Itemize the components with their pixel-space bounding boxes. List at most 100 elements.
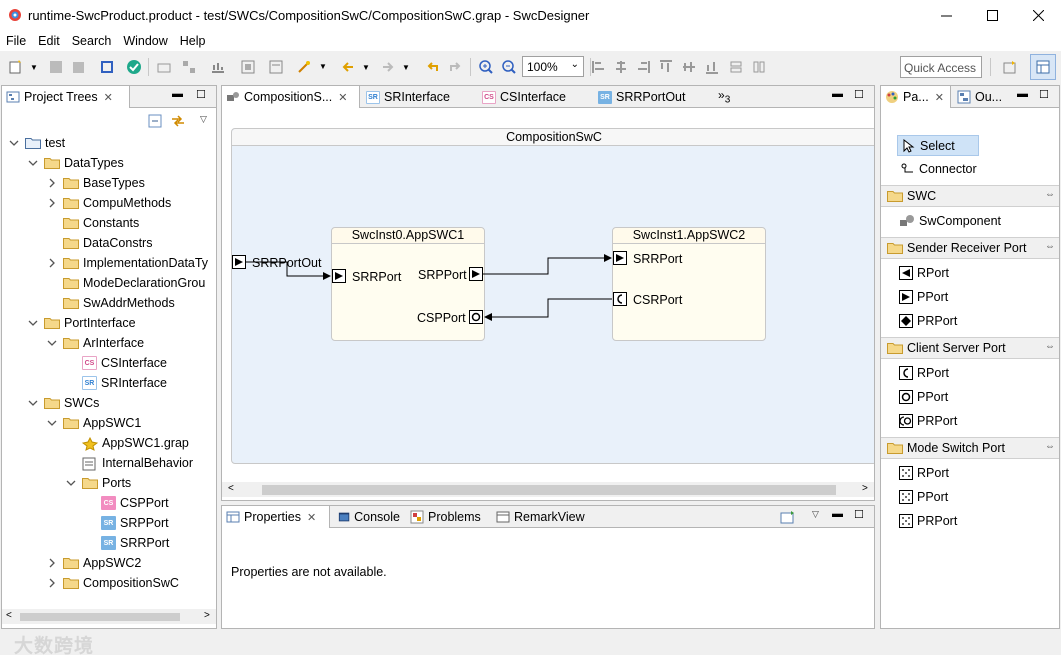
close-icon[interactable]: ✕ [935, 91, 944, 104]
match-height-icon[interactable] [751, 59, 767, 75]
scroll-thumb[interactable] [262, 485, 836, 495]
tree-item[interactable]: CS CSPPort [84, 493, 169, 513]
palette-tool[interactable]: PRPort [899, 410, 957, 432]
align-bottom-icon[interactable] [704, 59, 720, 75]
maximize-view-icon[interactable]: ☐ [854, 508, 864, 521]
view-menu-icon[interactable]: ▽ [200, 114, 207, 125]
back-icon[interactable] [340, 59, 356, 75]
tree-item[interactable]: SR SRPPort [84, 513, 169, 533]
tree-item[interactable]: Constants [46, 213, 139, 233]
tree-item[interactable]: ModeDeclarationGrou [46, 273, 205, 293]
quick-access-input[interactable]: Quick Access [900, 56, 982, 78]
menu-help[interactable]: Help [174, 32, 212, 50]
palette-tool[interactable]: PPort [899, 386, 948, 408]
new-dropdown-icon[interactable]: ▼ [30, 63, 38, 72]
close-icon[interactable]: ✕ [104, 91, 113, 104]
align-right-icon[interactable] [635, 59, 651, 75]
pin-icon[interactable]: ⇔ [1045, 441, 1055, 452]
align-top-icon[interactable] [658, 59, 674, 75]
palette-tool[interactable]: RPort [899, 462, 949, 484]
chevron-down-icon[interactable] [65, 477, 77, 489]
scroll-left-icon[interactable]: < [6, 610, 12, 621]
scroll-thumb[interactable] [20, 613, 180, 621]
chart-icon[interactable] [210, 59, 226, 75]
match-width-icon[interactable] [728, 59, 744, 75]
new-properties-view-icon[interactable] [780, 510, 796, 524]
grid-icon[interactable] [240, 59, 256, 75]
tool-connector[interactable]: Connector [897, 159, 1017, 180]
tree-item[interactable]: BaseTypes [46, 173, 145, 193]
chevron-right-icon[interactable] [46, 577, 58, 589]
validate-icon[interactable] [126, 59, 142, 75]
diagram-horizontal-scrollbar[interactable]: < > [222, 482, 874, 497]
tab-console[interactable]: Console [334, 506, 404, 528]
tab-palette[interactable]: Pa... ✕ [881, 86, 951, 108]
open-folder-icon[interactable] [156, 59, 172, 75]
link-with-editor-icon[interactable] [170, 114, 186, 128]
tab-project-trees[interactable]: Project Trees ✕ [2, 86, 130, 108]
palette-drawer-header[interactable]: Sender Receiver Port ⇔ [881, 237, 1059, 259]
chevron-right-icon[interactable] [46, 257, 58, 269]
diagram-canvas[interactable]: CompositionSwC SRRPortOut SwcInst0.AppSW… [222, 109, 874, 484]
undo-icon[interactable] [425, 59, 441, 75]
tab-outline[interactable]: Ou... [953, 86, 1013, 108]
tree-item[interactable]: DataTypes [27, 153, 124, 173]
back-dropdown-icon[interactable]: ▼ [362, 63, 370, 72]
chevron-down-icon[interactable] [46, 417, 58, 429]
chevron-right-icon[interactable] [46, 197, 58, 209]
pin-icon[interactable]: ⇔ [1045, 341, 1055, 352]
tree-item[interactable]: SWCs [27, 393, 99, 413]
zoom-dropdown-icon[interactable]: ⌄ [571, 59, 579, 70]
tab-remarkview[interactable]: RemarkView [492, 506, 592, 528]
palette-tool[interactable]: PRPort [899, 310, 957, 332]
collapse-all-icon[interactable] [148, 114, 162, 128]
tool-select[interactable]: Select [897, 135, 979, 156]
palette-drawer-header[interactable]: SWC ⇔ [881, 185, 1059, 207]
tree-item[interactable]: SR SRRPort [84, 533, 169, 553]
tree-item[interactable]: SwAddrMethods [46, 293, 175, 313]
palette-tool[interactable]: SwComponent [899, 210, 1001, 232]
scroll-right-icon[interactable]: > [204, 610, 210, 621]
menu-window[interactable]: Window [117, 32, 173, 50]
scroll-right-icon[interactable]: > [862, 483, 868, 494]
menu-edit[interactable]: Edit [32, 32, 66, 50]
chevron-right-icon[interactable] [46, 177, 58, 189]
palette-tool[interactable]: PPort [899, 486, 948, 508]
chevron-down-icon[interactable] [46, 337, 58, 349]
tab-csinterface[interactable]: CS CSInterface [478, 86, 592, 108]
properties-icon[interactable] [268, 59, 284, 75]
maximize-view-icon[interactable]: ☐ [1039, 88, 1049, 101]
fit-icon[interactable] [99, 59, 115, 75]
tree-item[interactable]: AppSWC1 [46, 413, 141, 433]
tree-item[interactable]: DataConstrs [46, 233, 152, 253]
close-icon[interactable]: ✕ [307, 511, 316, 524]
chevron-down-icon[interactable] [27, 397, 39, 409]
redo-icon[interactable] [447, 59, 463, 75]
forward-icon[interactable] [380, 59, 396, 75]
menu-file[interactable]: File [0, 32, 32, 50]
pin-icon[interactable]: ⇔ [1045, 241, 1055, 252]
tree-item[interactable]: PortInterface [27, 313, 136, 333]
palette-tool[interactable]: RPort [899, 362, 949, 384]
tree-item[interactable]: CS CSInterface [65, 353, 167, 373]
maximize-view-icon[interactable]: ☐ [854, 88, 864, 101]
pin-icon[interactable]: ⇔ [1045, 189, 1055, 200]
new-icon[interactable] [8, 59, 24, 75]
align-left-icon[interactable] [591, 59, 607, 75]
zoom-in-icon[interactable] [478, 59, 494, 75]
tab-srinterface[interactable]: SR SRInterface [362, 86, 476, 108]
tree-item[interactable]: SR SRInterface [65, 373, 167, 393]
zoom-combo[interactable]: 100% ⌄ [522, 56, 584, 77]
tab-properties[interactable]: Properties ✕ [222, 506, 330, 528]
palette-tool[interactable]: PRPort [899, 510, 957, 532]
wand-dropdown-icon[interactable]: ▼ [319, 62, 327, 71]
chevron-down-icon[interactable] [27, 157, 39, 169]
maximize-button[interactable] [969, 0, 1015, 31]
chevron-down-icon[interactable] [27, 317, 39, 329]
open-perspective-icon[interactable] [1002, 59, 1018, 75]
tree-item[interactable]: CompositionSwC [46, 573, 179, 593]
save-all-icon[interactable] [70, 59, 86, 75]
view-menu-icon[interactable]: ▽ [812, 509, 819, 520]
zoom-out-icon[interactable] [501, 59, 517, 75]
scroll-left-icon[interactable]: < [228, 483, 234, 494]
